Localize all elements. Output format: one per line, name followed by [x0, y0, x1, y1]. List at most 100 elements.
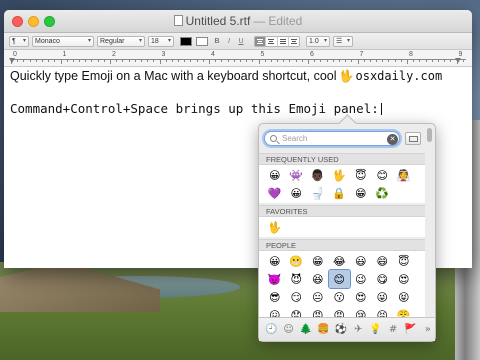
emoji-cell[interactable]: 😈	[286, 270, 308, 288]
emoji-cell[interactable]: 🔒	[329, 184, 351, 202]
font-family-popup[interactable]: Monaco ▾	[32, 36, 94, 47]
emoji-cell[interactable]: 😀	[286, 184, 308, 202]
emoji-cell[interactable]: 😁	[350, 184, 372, 202]
align-left-button[interactable]	[255, 37, 267, 46]
underline-button[interactable]: U	[236, 36, 246, 47]
ruler-tick	[345, 59, 347, 62]
emoji-cell[interactable]: 😇	[393, 252, 415, 270]
travel-icon[interactable]: ✈	[351, 322, 365, 338]
emoji-cell[interactable]: 😢	[350, 306, 372, 318]
ruler-number: 8	[409, 51, 413, 58]
emoji-cell[interactable]: 😊	[372, 166, 394, 184]
font-size-field[interactable]: 18 ▾	[148, 36, 174, 47]
clear-search-icon[interactable]: ✕	[387, 134, 398, 145]
emoji-cell[interactable]: 😝	[393, 288, 415, 306]
text-color-swatch[interactable]	[180, 37, 192, 46]
emoji-cell[interactable]: 🖖	[329, 166, 351, 184]
nature-icon[interactable]: 🌲	[299, 322, 313, 338]
left-indent-marker[interactable]	[9, 58, 15, 63]
list-style-popup[interactable]: ☰ ▾	[333, 36, 353, 47]
ruler-tick	[419, 59, 421, 62]
emoji-cell[interactable]: 👨🏿	[307, 166, 329, 184]
ruler-number: 5	[260, 51, 265, 58]
scroll-thumb[interactable]	[427, 128, 432, 142]
emoji-cell[interactable]: ♻️	[372, 184, 394, 202]
emoji-cell[interactable]: 🚽	[307, 184, 329, 202]
emoji-cell[interactable]: 😖	[264, 306, 286, 318]
emoji-cell[interactable]: 😐	[307, 288, 329, 306]
bold-button[interactable]: B	[212, 36, 222, 47]
flags-icon[interactable]: 🚩	[403, 322, 417, 338]
more-categories-icon[interactable]: »	[421, 322, 435, 338]
emoji-cell[interactable]: 💜	[264, 184, 286, 202]
emoji-cell[interactable]: 😂	[329, 252, 351, 270]
ruler-tick	[97, 59, 99, 62]
ruler-tick	[326, 59, 328, 62]
food-icon[interactable]: 🍔	[316, 322, 330, 338]
align-justify-button[interactable]	[278, 37, 289, 46]
emoji-cell[interactable]: 😇	[350, 166, 372, 184]
ruler[interactable]: 0 1 2 3 4 5 6 7 8 9	[4, 50, 472, 67]
emoji-cell[interactable]: 👿	[264, 270, 286, 288]
ruler-tick	[227, 59, 229, 62]
italic-button[interactable]: I	[224, 36, 234, 47]
emoji-cell[interactable]: 😍	[350, 288, 372, 306]
ruler-tick	[462, 59, 464, 62]
emoji-cell[interactable]: 😁	[307, 252, 329, 270]
search-icon	[270, 135, 277, 142]
emoji-cell[interactable]: 😀	[264, 166, 286, 184]
document-icon	[173, 15, 183, 26]
ruler-tick	[246, 59, 248, 62]
emoji-cell[interactable]: 😏	[286, 288, 308, 306]
emoji-cell[interactable]: 😜	[372, 288, 394, 306]
ruler-tick	[444, 59, 446, 62]
emoji-cell[interactable]: 👾	[286, 166, 308, 184]
ruler-tick	[369, 59, 371, 62]
emoji-scrollbar[interactable]	[427, 128, 433, 316]
emoji-cell[interactable]: 😃	[350, 252, 372, 270]
emoji-cell[interactable]: 🖖	[264, 218, 286, 236]
emoji-cell[interactable]: 😗	[329, 288, 351, 306]
emoji-cell[interactable]: 😋	[372, 270, 394, 288]
emoji-search-field[interactable]: Search	[264, 131, 400, 146]
align-right-button[interactable]	[289, 37, 299, 46]
ruler-tick	[153, 59, 155, 62]
ruler-tick	[60, 59, 62, 64]
line-spacing-popup[interactable]: 1.0 ▾	[306, 36, 330, 47]
emoji-cell[interactable]: 😎	[264, 288, 286, 306]
emoji-cell[interactable]: 😀	[264, 252, 286, 270]
smiley-icon[interactable]: ☺	[281, 322, 295, 338]
objects-icon[interactable]: 💡	[368, 322, 382, 338]
emoji-cell[interactable]: 😤	[393, 306, 415, 318]
emoji-cell[interactable]: 😠	[307, 306, 329, 318]
emoji-cell[interactable]: 😍	[393, 270, 415, 288]
emoji-cell[interactable]: 👰	[393, 166, 415, 184]
emoji-cell[interactable]: 😬	[286, 252, 308, 270]
paragraph-style-popup[interactable]: ¶ ▾	[9, 36, 29, 47]
title-bar[interactable]: Untitled 5.rtf — Edited	[4, 10, 472, 33]
ruler-tick	[209, 59, 210, 64]
emoji-cell[interactable]: 😊	[327, 269, 351, 289]
recent-icon[interactable]: 🕘	[264, 322, 278, 338]
right-indent-marker[interactable]	[455, 58, 461, 63]
edited-status[interactable]: Edited	[268, 14, 302, 28]
ruler-number: 6	[310, 51, 314, 58]
emoji-cell[interactable]: 😣	[372, 306, 394, 318]
character-viewer-button[interactable]	[405, 132, 421, 145]
ruler-tick	[394, 59, 396, 62]
ruler-tick	[357, 59, 359, 64]
typeface-popup[interactable]: Regular ▾	[97, 36, 145, 47]
emoji-cell[interactable]: 😄	[372, 252, 394, 270]
align-center-button[interactable]	[266, 37, 278, 46]
emoji-cell[interactable]: 😡	[329, 306, 351, 318]
activity-icon[interactable]: ⚽	[334, 322, 348, 338]
ruler-tick	[308, 59, 309, 64]
ruler-tick	[202, 59, 204, 62]
emoji-cell[interactable]: 😟	[286, 306, 308, 318]
symbols-icon[interactable]: #	[386, 322, 400, 338]
emoji-cell[interactable]: 😆	[307, 270, 329, 288]
emoji-cell[interactable]: 😉	[350, 270, 372, 288]
alignment-control[interactable]	[254, 36, 300, 47]
ruler-tick	[128, 59, 130, 62]
highlight-color-swatch[interactable]	[196, 37, 208, 46]
